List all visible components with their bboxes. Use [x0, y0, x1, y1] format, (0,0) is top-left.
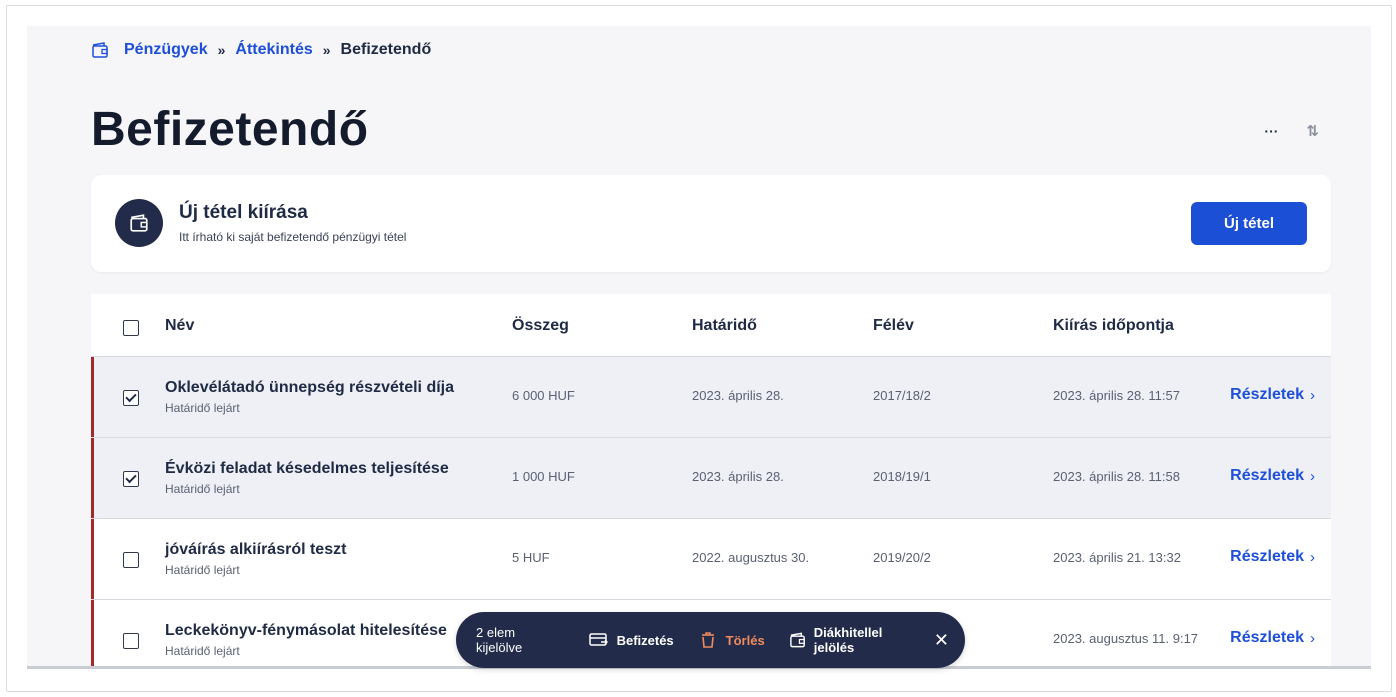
row-details-label: Részletek: [1230, 467, 1304, 484]
row-issued: 2023. április 28. 11:58: [1053, 469, 1180, 484]
row-semester: 2019/20/2: [873, 550, 931, 565]
chevron-right-icon: ›: [1310, 467, 1315, 485]
row-name: jóváírás alkiírásról teszt: [165, 541, 347, 558]
row-name: Leckekönyv-fénymásolat hitelesítése: [165, 622, 447, 639]
selection-action-bar: 2 elem kijelölve Befizetés Törlés Diákhi…: [456, 612, 965, 668]
row-details-link[interactable]: Részletek ›: [1230, 467, 1315, 485]
column-header-deadline[interactable]: Határidő: [692, 317, 757, 335]
table-header: Név Összeg Határidő Félév Kiírás időpont…: [91, 294, 1331, 357]
delete-label: Törlés: [725, 632, 765, 648]
payables-table: Név Összeg Határidő Félév Kiírás időpont…: [91, 294, 1331, 666]
table-row[interactable]: Oklevélátadó ünnepség részvételi díja Ha…: [91, 357, 1331, 438]
overdue-indicator: [91, 438, 94, 518]
new-item-card: Új tétel kiírása Itt írható ki saját bef…: [91, 175, 1331, 272]
row-semester: 2017/18/2: [873, 388, 931, 403]
row-status: Határidő lejárt: [165, 644, 240, 658]
overdue-indicator: [91, 519, 94, 599]
row-status: Határidő lejárt: [165, 482, 240, 496]
overdue-indicator: [91, 600, 94, 666]
student-loan-label: Diákhitellel jelölés: [813, 625, 883, 655]
breadcrumb-current: Befizetendő: [340, 41, 432, 58]
row-details-label: Részletek: [1230, 548, 1304, 565]
pay-label: Befizetés: [616, 632, 674, 648]
delete-button[interactable]: Törlés: [698, 631, 765, 649]
row-details-label: Részletek: [1230, 386, 1304, 403]
breadcrumb: Pénzügyek » Áttekintés » Befizetendő: [91, 41, 431, 59]
chevron-right-icon: ›: [1310, 629, 1315, 647]
wallet-icon: [130, 214, 148, 232]
wallet-icon: [92, 42, 108, 58]
table-row[interactable]: Évközi feladat késedelmes teljesítése Ha…: [91, 438, 1331, 519]
new-item-button[interactable]: Új tétel: [1191, 202, 1307, 245]
row-issued: 2023. április 21. 13:32: [1053, 550, 1181, 565]
new-item-avatar: [115, 199, 163, 247]
row-deadline: 2023. április 28.: [692, 388, 784, 403]
chevron-right-icon: ›: [1310, 386, 1315, 404]
student-loan-button[interactable]: Diákhitellel jelölés: [789, 625, 910, 655]
trash-icon: [701, 632, 714, 648]
column-header-issued[interactable]: Kiírás időpontja: [1053, 317, 1174, 335]
chevron-right-icon: ›: [1310, 548, 1315, 566]
more-options-icon[interactable]: ···: [1264, 123, 1278, 139]
row-issued: 2023. április 28. 11:57: [1053, 388, 1180, 403]
title-actions: ··· ⇅: [1264, 122, 1319, 140]
row-details-link[interactable]: Részletek ›: [1230, 386, 1315, 404]
sort-icon[interactable]: ⇅: [1306, 122, 1319, 140]
row-deadline: 2022. augusztus 30.: [692, 550, 810, 565]
breadcrumb-link-attekintes[interactable]: Áttekintés: [235, 41, 312, 59]
column-header-amount[interactable]: Összeg: [512, 317, 569, 335]
row-deadline: 2023. április 28.: [692, 469, 784, 484]
breadcrumb-separator: »: [322, 42, 331, 58]
breadcrumb-separator: »: [217, 42, 226, 58]
row-semester: 2018/19/1: [873, 469, 931, 484]
row-amount: 5 HUF: [512, 550, 550, 565]
pay-button[interactable]: Befizetés: [588, 631, 674, 649]
row-amount: 1 000 HUF: [512, 469, 575, 484]
row-checkbox[interactable]: [123, 633, 139, 649]
column-header-semester[interactable]: Félév: [873, 317, 914, 335]
row-status: Határidő lejárt: [165, 563, 240, 577]
row-checkbox[interactable]: [123, 390, 139, 406]
column-header-name[interactable]: Név: [165, 317, 194, 335]
row-name: Oklevélátadó ünnepség részvételi díja: [165, 379, 454, 396]
page-title: Befizetendő: [91, 103, 369, 156]
row-checkbox[interactable]: [123, 552, 139, 568]
row-issued: 2023. augusztus 11. 9:17: [1053, 631, 1199, 646]
pay-icon: [588, 633, 608, 646]
wallet-icon: [789, 632, 805, 648]
breadcrumb-link-penzugyek[interactable]: Pénzügyek: [124, 41, 208, 59]
select-all-checkbox[interactable]: [123, 320, 139, 336]
selection-count: 2 elem kijelölve: [476, 625, 523, 655]
close-icon[interactable]: ✕: [934, 630, 949, 651]
row-checkbox[interactable]: [123, 471, 139, 487]
new-item-title: Új tétel kiírása: [179, 202, 308, 223]
browser-frame: Pénzügyek » Áttekintés » Befizetendő Bef…: [6, 5, 1392, 692]
overdue-indicator: [91, 357, 94, 437]
row-details-link[interactable]: Részletek ›: [1230, 629, 1315, 647]
new-item-subtitle: Itt írható ki saját befizetendő pénzügyi…: [179, 230, 407, 244]
row-amount: 6 000 HUF: [512, 388, 575, 403]
row-details-label: Részletek: [1230, 629, 1304, 646]
page-content: Pénzügyek » Áttekintés » Befizetendő Bef…: [27, 26, 1371, 666]
table-row[interactable]: jóváírás alkiírásról teszt Határidő lejá…: [91, 519, 1331, 600]
row-status: Határidő lejárt: [165, 401, 240, 415]
row-name: Évközi feladat késedelmes teljesítése: [165, 460, 449, 477]
row-details-link[interactable]: Részletek ›: [1230, 548, 1315, 566]
